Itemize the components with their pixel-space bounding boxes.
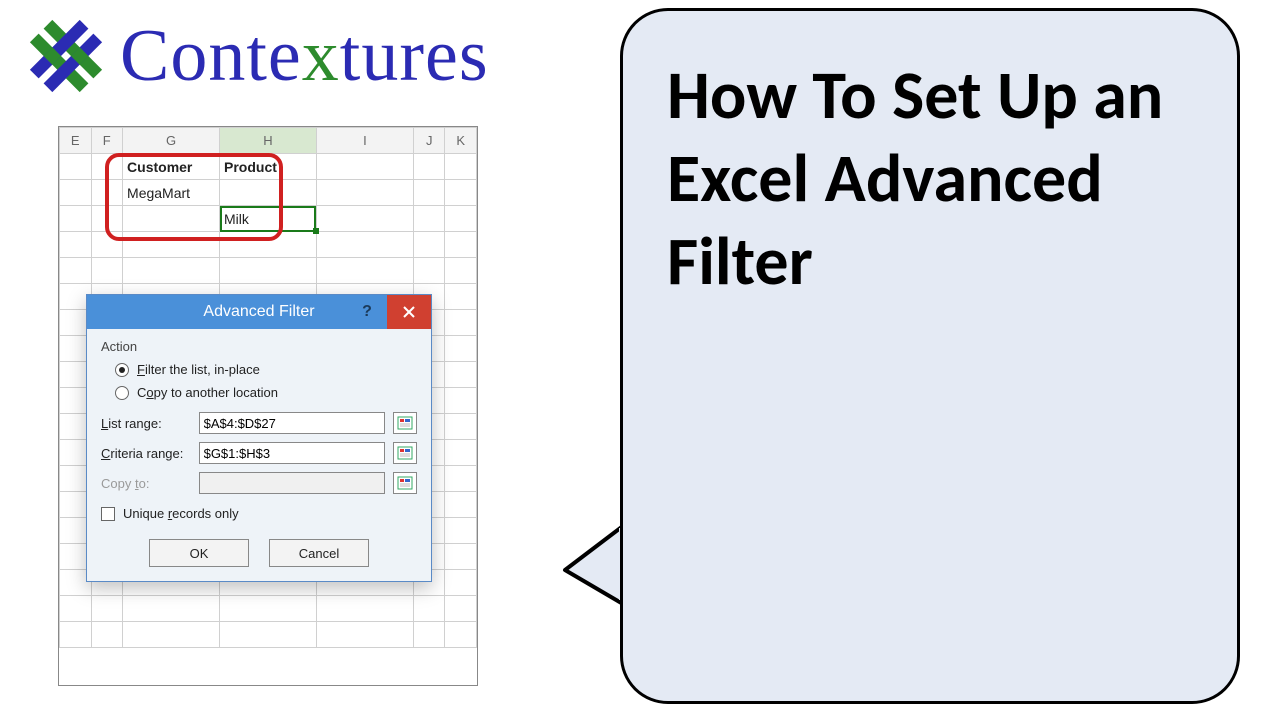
copy-to-label: Copy to:	[101, 476, 191, 491]
dialog-titlebar[interactable]: Advanced Filter ?	[87, 295, 431, 329]
col-header-selected[interactable]: H	[220, 128, 317, 154]
criteria-range-label: Criteria range:	[101, 446, 191, 461]
logo-mark-icon	[22, 12, 110, 100]
cell[interactable]	[220, 180, 317, 206]
criteria-range-input[interactable]	[199, 442, 385, 464]
range-picker-button[interactable]	[393, 442, 417, 464]
close-icon	[402, 305, 416, 319]
action-group-label: Action	[101, 339, 417, 354]
help-button[interactable]: ?	[349, 295, 385, 329]
col-header[interactable]: F	[91, 128, 123, 154]
ok-button[interactable]: OK	[149, 539, 249, 567]
copy-to-row: Copy to:	[101, 472, 417, 494]
list-range-input[interactable]	[199, 412, 385, 434]
callout-text: How To Set Up an Excel Advanced Filter	[667, 54, 1163, 303]
range-picker-button[interactable]	[393, 472, 417, 494]
checkbox-icon	[101, 507, 115, 521]
range-picker-icon	[397, 416, 413, 430]
brand-logo: Contextures	[22, 12, 489, 100]
logo-text: Contextures	[120, 14, 489, 99]
range-picker-icon	[397, 476, 413, 490]
advanced-filter-dialog: Advanced Filter ? Action Filter the list…	[86, 294, 432, 582]
radio-label: Copy to another location	[137, 385, 278, 400]
cell[interactable]: MegaMart	[123, 180, 220, 206]
title-callout: How To Set Up an Excel Advanced Filter	[620, 8, 1240, 704]
radio-copy-location[interactable]: Copy to another location	[101, 381, 417, 404]
cell[interactable]	[123, 206, 220, 232]
col-header[interactable]: G	[123, 128, 220, 154]
radio-filter-inplace[interactable]: Filter the list, in-place	[101, 358, 417, 381]
criteria-range-row: Criteria range:	[101, 442, 417, 464]
radio-label: Filter the list, in-place	[137, 362, 260, 377]
cancel-button[interactable]: Cancel	[269, 539, 369, 567]
cell[interactable]: Product	[220, 154, 317, 180]
range-picker-button[interactable]	[393, 412, 417, 434]
col-header[interactable]: J	[413, 128, 445, 154]
radio-icon	[115, 363, 129, 377]
checkbox-label: Unique records only	[123, 506, 239, 521]
col-header[interactable]: I	[316, 128, 413, 154]
cell[interactable]: Customer	[123, 154, 220, 180]
col-header[interactable]: K	[445, 128, 477, 154]
close-button[interactable]	[387, 295, 431, 329]
unique-records-checkbox[interactable]: Unique records only	[101, 502, 417, 525]
list-range-label: List range:	[101, 416, 191, 431]
list-range-row: List range:	[101, 412, 417, 434]
copy-to-input	[199, 472, 385, 494]
radio-icon	[115, 386, 129, 400]
col-header[interactable]: E	[60, 128, 92, 154]
range-picker-icon	[397, 446, 413, 460]
active-cell[interactable]: Milk	[220, 206, 317, 232]
dialog-title: Advanced Filter	[203, 303, 314, 321]
